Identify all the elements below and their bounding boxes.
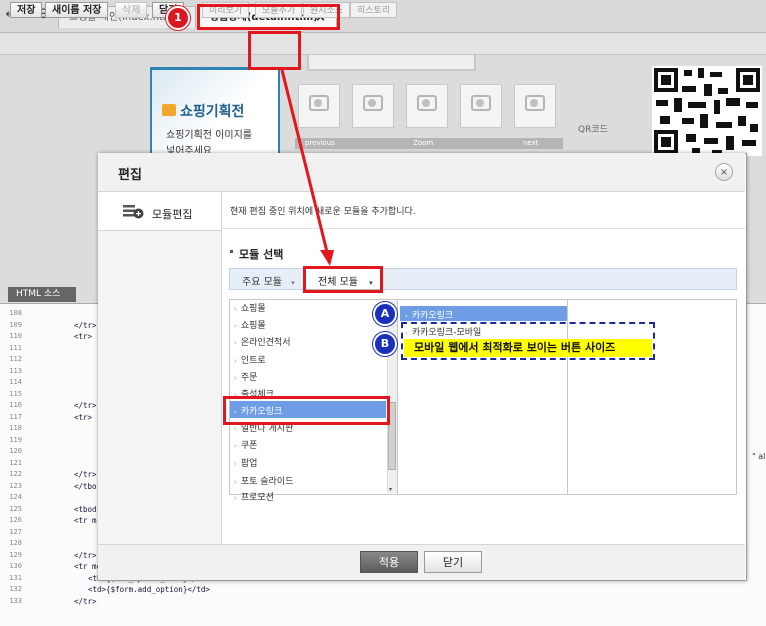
annotation-note: 모바일 웹에서 최적화로 보이는 버튼 사이즈 bbox=[404, 339, 652, 357]
step-badge-1: 1 bbox=[166, 6, 190, 30]
badge-b: B bbox=[373, 332, 397, 356]
badge-a: A bbox=[373, 302, 397, 326]
